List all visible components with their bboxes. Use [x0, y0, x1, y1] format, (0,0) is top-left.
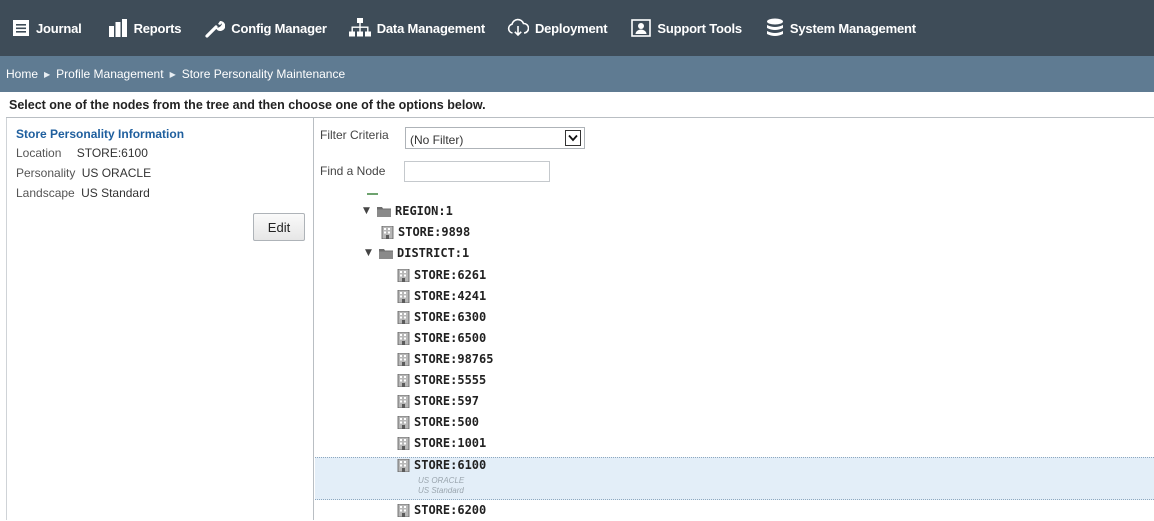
landscape-value: US Standard	[81, 186, 150, 200]
location-label: Location	[16, 146, 62, 160]
tree-node-label: STORE:6500	[414, 331, 487, 345]
tree-node-store[interactable]: STORE:1001	[397, 432, 486, 454]
tree-node-label: STORE:6200	[414, 503, 487, 517]
info-location-row: Location STORE:6100	[16, 146, 148, 160]
find-node-input[interactable]	[404, 161, 550, 182]
tree-node-store[interactable]: STORE:4241	[397, 285, 486, 307]
nav-system-management-label: System Management	[789, 20, 916, 36]
store-building-icon	[397, 415, 410, 429]
nav-config-manager-label: Config Manager	[231, 20, 327, 36]
store-building-icon	[397, 352, 410, 366]
top-navigation: Journal Reports Config Manager Data Mana…	[0, 0, 1154, 56]
tree-node-store[interactable]: STORE:98765	[397, 348, 493, 370]
support-person-icon	[631, 19, 652, 37]
tree-node-label: STORE:1001	[414, 436, 487, 450]
tree-node-label: STORE:6300	[414, 310, 487, 324]
breadcrumb-current-page: Store Personality Maintenance	[181, 67, 346, 81]
tree-node-label: STORE:4241	[414, 289, 487, 303]
store-building-icon	[397, 373, 410, 387]
selected-node-personality: US ORACLE	[418, 476, 465, 485]
tree-node-label: STORE:98765	[414, 352, 494, 366]
nav-deployment-label: Deployment	[534, 20, 608, 36]
store-building-icon	[397, 310, 410, 324]
chevron-down-icon[interactable]	[565, 130, 581, 146]
store-building-icon	[397, 458, 410, 472]
store-building-icon	[381, 225, 394, 239]
tree-node-store[interactable]: STORE:5555	[397, 369, 486, 391]
tree-node-district[interactable]: ▼ DISTRICT:1	[365, 242, 469, 264]
tree-node-store[interactable]: STORE:597	[397, 390, 479, 412]
filter-criteria-label: Filter Criteria	[320, 128, 389, 142]
bar-chart-icon	[108, 19, 128, 37]
tree-scroll-marker	[367, 193, 378, 195]
tree-node-label: STORE:6100	[414, 458, 487, 472]
breadcrumb-separator-icon: ▶	[44, 69, 51, 79]
tree-node-label: STORE:500	[414, 415, 480, 429]
filter-selected-value: (No Filter)	[410, 133, 464, 147]
store-building-icon	[397, 394, 410, 408]
tree-node-store[interactable]: STORE:6200	[397, 499, 486, 521]
nav-data-management[interactable]: Data Management	[348, 0, 485, 56]
tree-node-store[interactable]: STORE:6500	[397, 327, 486, 349]
tree-node-store[interactable]: STORE:9898	[381, 221, 470, 243]
nav-deployment[interactable]: Deployment	[507, 0, 608, 56]
folder-icon	[377, 206, 391, 217]
store-building-icon	[397, 436, 410, 450]
breadcrumb: Home ▶ Profile Management ▶ Store Person…	[0, 56, 1154, 92]
edit-button[interactable]: Edit	[253, 213, 305, 241]
database-icon	[766, 18, 784, 38]
nav-reports-label: Reports	[133, 20, 182, 36]
tree-node-region[interactable]: ▼ REGION:1	[363, 200, 453, 222]
store-personality-info-panel: Store Personality Information Location S…	[6, 118, 314, 520]
expand-triangle-icon[interactable]: ▼	[365, 248, 377, 258]
personality-value: US ORACLE	[81, 166, 152, 180]
nav-config-manager[interactable]: Config Manager	[205, 0, 327, 56]
tree-node-label: STORE:6261	[414, 268, 487, 282]
nav-support-tools-label: Support Tools	[657, 20, 742, 36]
store-building-icon	[397, 289, 410, 303]
nav-system-management[interactable]: System Management	[766, 0, 916, 56]
nav-reports[interactable]: Reports	[108, 0, 182, 56]
personality-label: Personality	[16, 166, 76, 180]
instruction-text: Select one of the nodes from the tree an…	[9, 98, 486, 112]
info-landscape-row: Landscape US Standard	[16, 186, 150, 200]
tree-panel: Filter Criteria (No Filter) Find a Node …	[315, 118, 1154, 520]
breadcrumb-profile-management[interactable]: Profile Management	[56, 67, 163, 81]
wrench-icon	[205, 18, 226, 38]
nav-support-tools[interactable]: Support Tools	[631, 0, 742, 56]
expand-triangle-icon[interactable]: ▼	[363, 206, 375, 216]
find-node-label: Find a Node	[320, 164, 386, 178]
location-value: STORE:6100	[76, 146, 148, 160]
store-building-icon	[397, 331, 410, 345]
folder-icon	[379, 248, 393, 259]
nav-data-management-label: Data Management	[376, 20, 485, 36]
tree-node-store[interactable]: STORE:6300	[397, 306, 486, 328]
info-personality-row: Personality US ORACLE	[16, 166, 151, 180]
journal-icon	[12, 19, 30, 37]
info-panel-title: Store Personality Information	[16, 127, 185, 141]
filter-criteria-select[interactable]: (No Filter)	[405, 127, 585, 149]
selected-node-landscape: US Standard	[418, 486, 464, 495]
tree-node-label: STORE:5555	[414, 373, 487, 387]
store-building-icon	[397, 503, 410, 517]
tree-node-store[interactable]: STORE:6261	[397, 264, 486, 286]
nav-journal-label: Journal	[36, 20, 82, 36]
tree-node-label: REGION:1	[395, 204, 453, 218]
tree-node-store[interactable]: STORE:500	[397, 411, 479, 433]
tree-node-store-selected[interactable]: STORE:6100	[397, 454, 486, 476]
nav-journal[interactable]: Journal	[12, 0, 82, 56]
cloud-download-icon	[507, 18, 529, 38]
breadcrumb-separator-icon: ▶	[169, 69, 176, 79]
store-building-icon	[397, 268, 410, 282]
hierarchy-icon	[348, 18, 371, 38]
landscape-label: Landscape	[16, 186, 75, 200]
tree-node-label: STORE:597	[414, 394, 480, 408]
breadcrumb-home[interactable]: Home	[6, 67, 38, 81]
tree-node-label: STORE:9898	[398, 225, 471, 239]
tree-node-label: DISTRICT:1	[397, 246, 470, 260]
